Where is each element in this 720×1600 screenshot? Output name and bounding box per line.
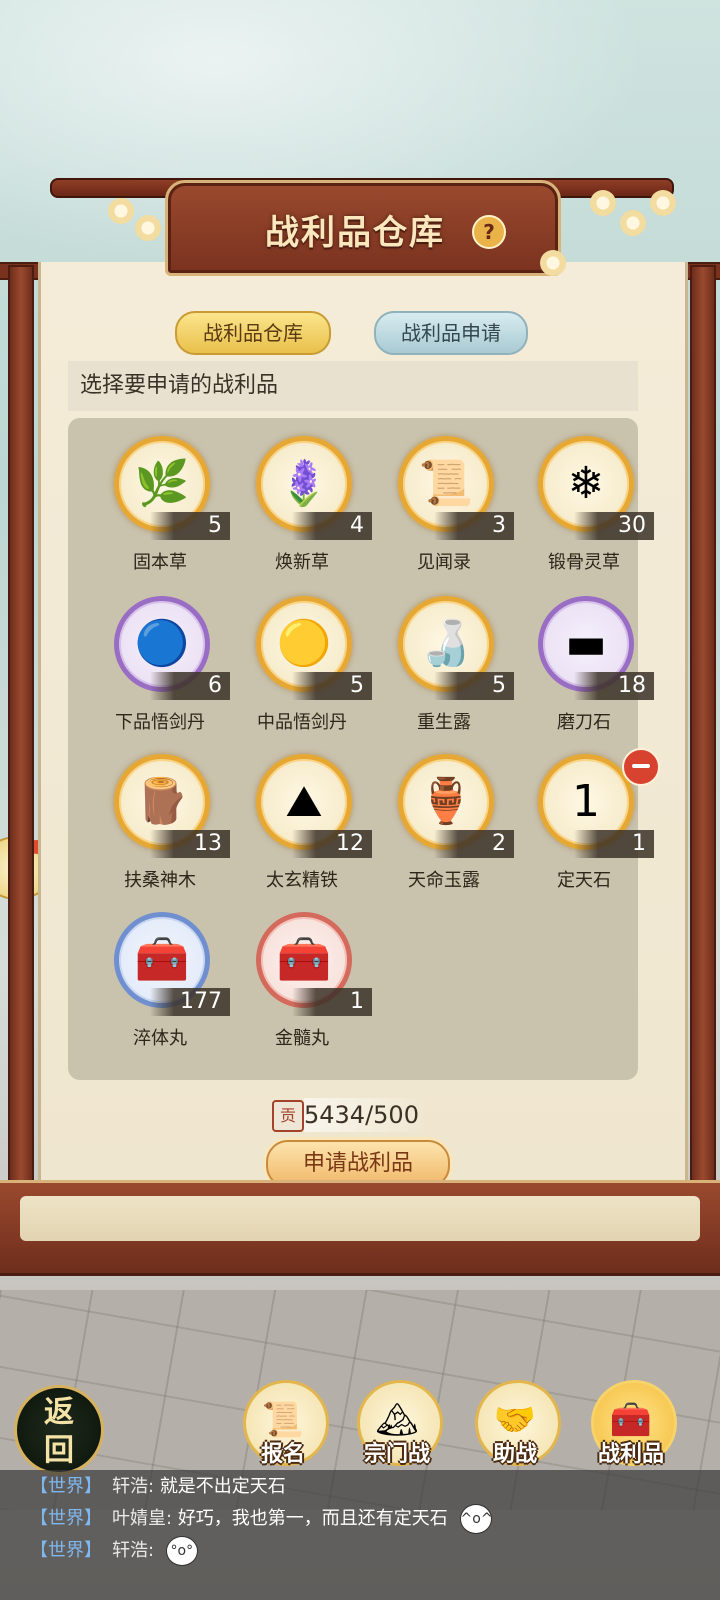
laughing-emoji-icon: ^o^ [459, 1504, 493, 1534]
chat-text: 好巧，我也第一，而且还有定天石 [177, 1508, 448, 1529]
nav-signup-button[interactable]: 📜 报名 [238, 1380, 329, 1470]
chat-sender: 轩浩: [112, 1540, 155, 1561]
item-count: 4 [292, 512, 372, 540]
chat-message: 【世界】 轩浩: 就是不出定天石 [30, 1472, 286, 1502]
nav-label: 战利品 [597, 1442, 664, 1467]
loot-item[interactable]: 🔵 6 下品悟剑丹 [90, 590, 230, 740]
chat-channel: 【世界】 [30, 1476, 102, 1497]
chat-text: 就是不出定天石 [159, 1476, 286, 1497]
nav-label: 助战 [492, 1442, 537, 1467]
chat-channel: 【世界】 [30, 1540, 102, 1561]
nav-assist-button[interactable]: 🤝 助战 [470, 1380, 561, 1470]
loot-item[interactable]: 🧰 177 淬体丸 [90, 906, 230, 1056]
currency-value: 5434/500 [304, 1098, 429, 1132]
item-count: 13 [150, 830, 230, 858]
scroll-bottom-paper [20, 1196, 700, 1241]
plum-blossom-icon [108, 198, 134, 224]
item-count: 12 [292, 830, 372, 858]
loot-item[interactable]: 1 1 定天石 [514, 748, 660, 898]
chat-sender: 叶婧皇: [112, 1508, 173, 1529]
item-name: 中品悟剑丹 [257, 712, 347, 733]
plum-blossom-icon [650, 190, 676, 216]
item-count: 3 [434, 512, 514, 540]
plum-blossom-icon [540, 250, 566, 276]
chat-message: 【世界】 叶婧皇: 好巧，我也第一，而且还有定天石 ^o^ [30, 1504, 493, 1534]
item-count: 30 [574, 512, 654, 540]
surprised-emoji-icon: °o° [165, 1536, 198, 1566]
plum-blossom-icon [590, 190, 616, 216]
item-count: 18 [574, 672, 654, 700]
currency-display: 贡 5434/500 [272, 1098, 442, 1132]
item-count: 177 [150, 988, 230, 1016]
back-button[interactable]: 返 回 [14, 1385, 104, 1475]
deselect-minus-button[interactable] [622, 748, 660, 786]
loot-item[interactable]: 🟡 5 中品悟剑丹 [232, 590, 372, 740]
item-name: 扶桑神木 [124, 870, 196, 891]
item-name: 焕新草 [275, 552, 329, 573]
item-name: 重生露 [417, 712, 471, 733]
item-name: 太玄精铁 [266, 870, 338, 891]
loot-item[interactable]: 🌿 5 固本草 [90, 430, 230, 580]
loot-item[interactable]: 🪵 13 扶桑神木 [90, 748, 230, 898]
item-count: 1 [292, 988, 372, 1016]
chat-message: 【世界】 轩浩: °o° [30, 1536, 198, 1566]
loot-item[interactable]: ⛰ 12 太玄精铁 [232, 748, 372, 898]
item-count: 5 [292, 672, 372, 700]
item-name: 天命玉露 [408, 870, 480, 891]
item-name: 淬体丸 [133, 1028, 187, 1049]
left-pillar [8, 265, 34, 1189]
item-count: 5 [434, 672, 514, 700]
nav-label: 报名 [260, 1442, 305, 1467]
item-name: 见闻录 [417, 552, 471, 573]
back-label-line1: 返 [44, 1395, 74, 1430]
item-count: 1 [574, 830, 654, 858]
item-count: 5 [150, 512, 230, 540]
help-button[interactable]: ? [472, 215, 506, 249]
item-name: 固本草 [133, 552, 187, 573]
item-count: 2 [434, 830, 514, 858]
chat-channel: 【世界】 [30, 1508, 102, 1529]
tab-loot-warehouse[interactable]: 战利品仓库 [175, 311, 331, 355]
chat-sender: 轩浩: [112, 1476, 155, 1497]
nav-loot-button[interactable]: 🧰 战利品 [586, 1380, 677, 1470]
item-name: 锻骨灵草 [548, 552, 620, 573]
back-label-line2: 回 [44, 1433, 74, 1468]
contribution-token-icon: 贡 [272, 1100, 304, 1132]
loot-item[interactable]: 🍶 5 重生露 [374, 590, 514, 740]
world-chat-panel[interactable]: 【世界】 轩浩: 就是不出定天石 【世界】 叶婧皇: 好巧，我也第一，而且还有定天石… [0, 1470, 720, 1600]
nav-label: 宗门战 [363, 1442, 430, 1467]
item-name: 定天石 [557, 870, 611, 891]
loot-item[interactable]: ❄ 30 锻骨灵草 [514, 430, 654, 580]
tab-loot-application[interactable]: 战利品申请 [374, 311, 528, 355]
item-name: 磨刀石 [557, 712, 611, 733]
loot-item[interactable]: 📜 3 见闻录 [374, 430, 514, 580]
plum-blossom-icon [620, 210, 646, 236]
item-name: 下品悟剑丹 [115, 712, 205, 733]
loot-item[interactable]: 🧰 1 金髓丸 [232, 906, 372, 1056]
plum-blossom-icon [135, 215, 161, 241]
loot-item[interactable]: 🏺 2 天命玉露 [374, 748, 514, 898]
nav-sect-war-button[interactable]: 🏔 宗门战 [352, 1380, 443, 1470]
item-name: 金髓丸 [275, 1028, 329, 1049]
page-title: 战利品仓库 [265, 213, 445, 253]
loot-item[interactable]: ▬ 18 磨刀石 [514, 590, 654, 740]
item-count: 6 [150, 672, 230, 700]
right-pillar [690, 265, 716, 1189]
instruction-text: 选择要申请的战利品 [68, 361, 638, 411]
loot-item[interactable]: 🪻 4 焕新草 [232, 430, 372, 580]
